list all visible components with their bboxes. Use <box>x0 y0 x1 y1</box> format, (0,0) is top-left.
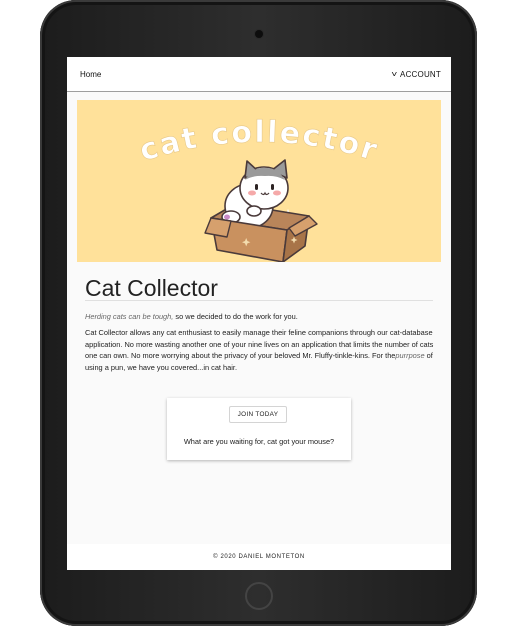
cat-in-box-icon <box>204 159 318 262</box>
navbar: Home ˅ ACCOUNT <box>67 57 451 92</box>
intro-italic: Herding cats can be tough, <box>85 312 174 321</box>
footer: © 2020 DANIEL MONTETON <box>67 544 451 570</box>
banner-text: cat collector <box>135 115 382 169</box>
account-menu[interactable]: ˅ ACCOUNT <box>391 70 441 79</box>
cta-card: JOIN TODAY What are you waiting for, cat… <box>167 398 351 460</box>
cta-tagline: What are you waiting for, cat got your m… <box>183 437 335 446</box>
title-divider <box>85 300 433 301</box>
screen: Home ˅ ACCOUNT cat collector Cat Collect… <box>67 57 451 570</box>
camera-icon <box>255 30 263 38</box>
description-paragraph: Cat Collector allows any cat enthusiast … <box>85 327 435 373</box>
intro-rest: so we decided to do the work for you. <box>173 312 298 321</box>
description-italic: purrpose <box>395 351 425 361</box>
account-label: ACCOUNT <box>400 70 441 79</box>
join-today-button[interactable]: JOIN TODAY <box>229 406 287 423</box>
chevron-down-icon: ˅ <box>391 70 398 79</box>
intro-paragraph: Herding cats can be tough, so we decided… <box>85 311 435 322</box>
hero-banner: cat collector <box>77 100 441 262</box>
home-button[interactable] <box>245 582 273 610</box>
hero-illustration: cat collector <box>135 115 382 262</box>
page-title: Cat Collector <box>85 275 218 301</box>
nav-home-link[interactable]: Home <box>80 70 101 79</box>
description-before: Cat Collector allows any cat enthusiast … <box>85 328 434 361</box>
footer-text: © 2020 DANIEL MONTETON <box>213 554 305 560</box>
